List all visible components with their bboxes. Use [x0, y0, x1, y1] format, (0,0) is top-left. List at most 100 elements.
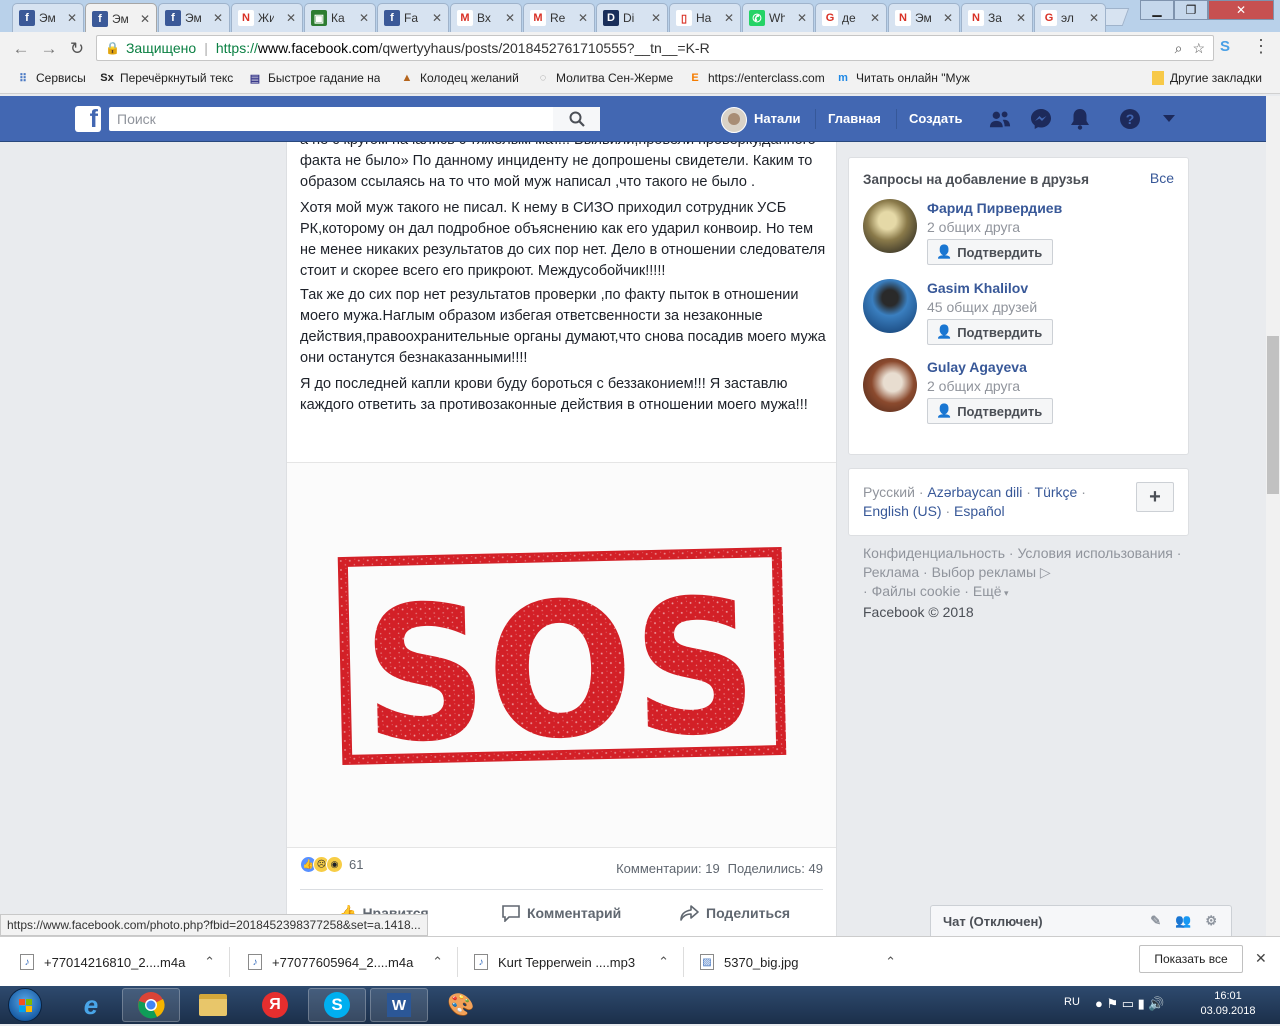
close-tab-icon[interactable]: ✕	[505, 11, 515, 25]
avatar[interactable]	[863, 199, 917, 253]
close-tab-icon[interactable]: ✕	[870, 11, 880, 25]
close-tab-icon[interactable]: ✕	[67, 11, 77, 25]
menu-dots-icon[interactable]: ⋮	[1252, 36, 1270, 57]
close-tab-icon[interactable]: ✕	[1089, 11, 1099, 25]
browser-tab[interactable]: N Жи ✕	[231, 3, 303, 32]
add-language-button[interactable]: +	[1136, 482, 1174, 512]
chevron-up-icon[interactable]: ⌃	[658, 954, 669, 970]
ad-choices-link[interactable]: Выбор рекламы	[932, 564, 1036, 580]
shares-count[interactable]: Поделились: 49	[728, 861, 823, 876]
compose-icon[interactable]: ✎	[1150, 913, 1161, 929]
chrome-icon[interactable]	[122, 988, 180, 1022]
back-arrow-icon[interactable]: ←	[10, 38, 32, 60]
browser-tab[interactable]: N Эм ✕	[888, 3, 960, 32]
friend-name[interactable]: Фарид Пирвердиев	[927, 200, 1062, 216]
browser-tab[interactable]: Gде ✕	[815, 3, 887, 32]
chevron-up-icon[interactable]: ⌃	[432, 954, 443, 970]
bookmark-item[interactable]: ◌ Молитва Сен-Жерме	[536, 71, 673, 85]
reactions-summary[interactable]: 👍 ☹ ◉ 61	[300, 856, 363, 873]
help-icon[interactable]: ?	[1119, 108, 1141, 130]
other-bookmarks[interactable]: Другие закладки	[1152, 71, 1262, 85]
terms-link[interactable]: Условия использования	[1017, 545, 1172, 561]
chat-bar[interactable]: Чат (Отключен) ✎ 👥 ⚙	[930, 905, 1232, 936]
confirm-button[interactable]: 👤 Подтвердить	[927, 239, 1054, 265]
yandex-browser-icon[interactable]: Я	[246, 988, 304, 1022]
home-link[interactable]: Главная	[828, 111, 881, 126]
bookmark-item[interactable]: ⠿ Сервисы	[16, 71, 86, 85]
messenger-icon[interactable]	[1030, 108, 1052, 130]
browser-tab[interactable]: f Эм ✕	[12, 3, 84, 32]
language-option[interactable]: English (US)	[863, 503, 942, 519]
zoom-icon[interactable]: ⌕	[1175, 40, 1183, 57]
close-tab-icon[interactable]: ✕	[578, 11, 588, 25]
close-tab-icon[interactable]: ✕	[1016, 11, 1026, 25]
close-tab-icon[interactable]: ✕	[797, 11, 807, 25]
chevron-up-icon[interactable]: ⌃	[204, 954, 215, 970]
search-button[interactable]	[553, 107, 600, 131]
avatar[interactable]	[863, 358, 917, 412]
group-icon[interactable]: 👥	[1175, 913, 1191, 929]
avatar[interactable]	[863, 279, 917, 333]
word-icon[interactable]: W	[370, 988, 428, 1022]
download-item[interactable]: ♪ +77014216810_2....m4a ⌃	[8, 947, 230, 977]
post-photo[interactable]: SOS	[287, 462, 836, 848]
close-tab-icon[interactable]: ✕	[213, 11, 223, 25]
language-option[interactable]: Español	[954, 503, 1005, 519]
mutual-friends[interactable]: 45 общих друзей	[927, 299, 1037, 315]
paint-icon[interactable]: 🎨	[432, 988, 490, 1022]
bookmark-item[interactable]: m Читать онлайн "Муж	[836, 71, 970, 85]
browser-tab[interactable]: M Re ✕	[523, 3, 595, 32]
minimize-button[interactable]: ▁	[1140, 0, 1174, 20]
comment-button[interactable]: Комментарий	[501, 904, 621, 922]
input-language[interactable]: RU	[1064, 996, 1080, 1008]
browser-tab[interactable]: ▣ Ка ✕	[304, 3, 376, 32]
download-item[interactable]: ♪ Kurt Tepperwein ....mp3 ⌃	[462, 947, 684, 977]
page-scrollbar[interactable]	[1266, 96, 1280, 936]
reload-icon[interactable]: ↻	[66, 38, 88, 60]
confirm-button[interactable]: 👤 Подтвердить	[927, 398, 1054, 424]
browser-tab[interactable]: N За ✕	[961, 3, 1033, 32]
skype-icon[interactable]: S	[308, 988, 366, 1022]
address-bar[interactable]: 🔒 Защищено | https://www.facebook.com/qw…	[96, 35, 1214, 61]
browser-tab[interactable]: f Fa ✕	[377, 3, 449, 32]
user-avatar[interactable]	[721, 107, 747, 133]
language-option[interactable]: Türkçe	[1035, 484, 1078, 500]
friend-name[interactable]: Gulay Agayeva	[927, 359, 1027, 375]
privacy-link[interactable]: Конфиденциальность	[863, 545, 1005, 561]
start-button[interactable]	[8, 988, 42, 1022]
browser-tab[interactable]: f Эм ✕	[85, 3, 157, 33]
scrollbar-thumb[interactable]	[1267, 336, 1279, 494]
mutual-friends[interactable]: 2 общих друга	[927, 219, 1020, 235]
chevron-up-icon[interactable]: ⌃	[885, 954, 896, 970]
close-tab-icon[interactable]: ✕	[943, 11, 953, 25]
see-all-link[interactable]: Все	[1150, 170, 1174, 186]
close-tab-icon[interactable]: ✕	[140, 12, 150, 26]
account-menu-chevron-icon[interactable]	[1158, 108, 1180, 130]
bookmark-star-icon[interactable]: ☆	[1192, 40, 1205, 57]
confirm-button[interactable]: 👤 Подтвердить	[927, 319, 1054, 345]
close-window-button[interactable]: ✕	[1208, 0, 1274, 20]
friend-requests-icon[interactable]	[989, 108, 1011, 130]
gear-icon[interactable]: ⚙	[1205, 913, 1217, 929]
bookmark-item[interactable]: ▤ Быстрое гадание на	[248, 71, 381, 85]
close-shelf-icon[interactable]: ✕	[1255, 950, 1267, 967]
more-link[interactable]: Ещё	[973, 583, 1002, 599]
browser-tab[interactable]: Gэл ✕	[1034, 3, 1106, 32]
create-link[interactable]: Создать	[909, 111, 962, 126]
browser-tab[interactable]: D Di ✕	[596, 3, 668, 32]
bookmark-item[interactable]: ▲ Колодец желаний	[400, 71, 519, 85]
tray-icons[interactable]: ● ⚑ ▭ ▮ 🔊	[1095, 996, 1165, 1012]
share-button[interactable]: Поделиться	[680, 904, 790, 922]
cookies-link[interactable]: Файлы cookie	[872, 583, 961, 599]
internet-explorer-icon[interactable]: e	[62, 988, 120, 1022]
skype-extension-icon[interactable]: S	[1220, 38, 1230, 55]
browser-tab[interactable]: ✆ Wh ✕	[742, 3, 814, 32]
ads-link[interactable]: Реклама	[863, 564, 919, 580]
browser-tab[interactable]: f Эм ✕	[158, 3, 230, 32]
facebook-logo-icon[interactable]: f	[75, 106, 101, 132]
profile-link[interactable]: Натали	[754, 111, 800, 126]
friend-name[interactable]: Gasim Khalilov	[927, 280, 1028, 296]
mutual-friends[interactable]: 2 общих друга	[927, 378, 1020, 394]
forward-arrow-icon[interactable]: →	[38, 38, 60, 60]
maximize-button[interactable]: ❐	[1174, 0, 1208, 20]
